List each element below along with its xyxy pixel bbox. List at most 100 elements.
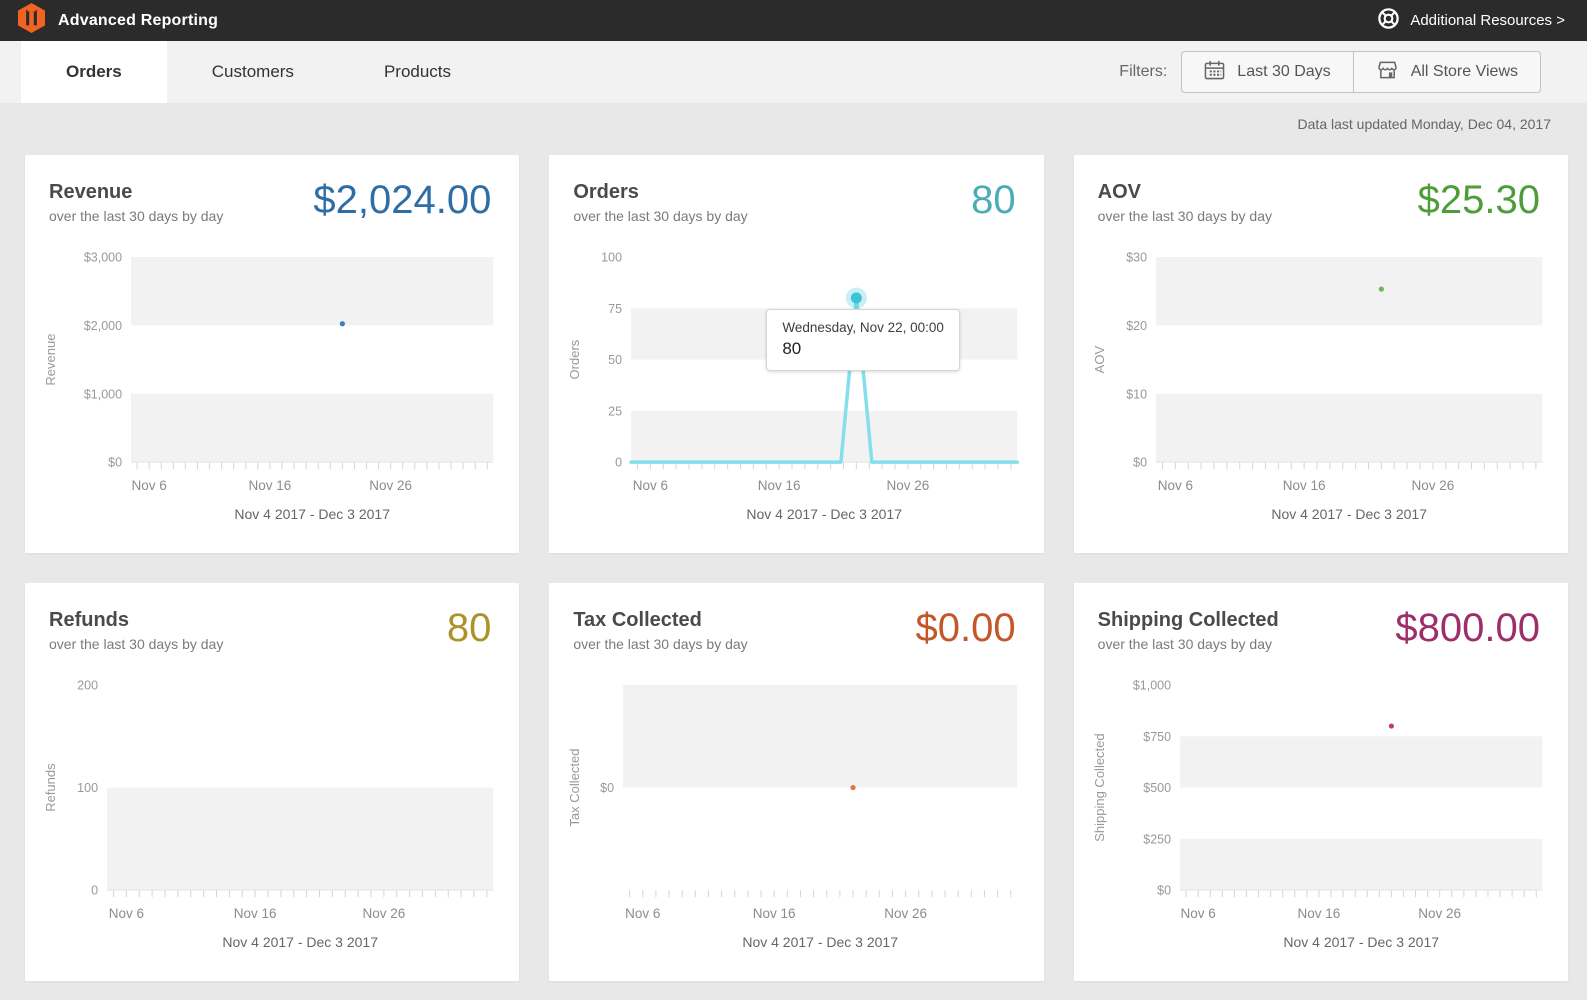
summary-value: $800.00 [1395, 606, 1540, 650]
x-tick-label: Nov 16 [249, 478, 292, 493]
y-tick-label: 0 [91, 884, 98, 898]
data-point[interactable] [1378, 286, 1384, 292]
x-tick-label: Nov 26 [369, 478, 412, 493]
card-title: AOV [1097, 181, 1141, 203]
card-title: Shipping Collected [1097, 609, 1279, 631]
card-subtitle: over the last 30 days by day [573, 208, 748, 224]
card-titles: Orders over the last 30 days by day [573, 181, 747, 224]
y-axis-title: Orders [567, 339, 582, 379]
orders-chart-svg: 100 75 50 25 0 Orders Nov 6 Nov 16 Nov 26 Nov 4 2… [567, 251, 1020, 522]
plot-band [131, 393, 494, 463]
plot-band [1179, 838, 1542, 891]
y-tick-label: $1,000 [84, 387, 122, 401]
date-range-filter-button[interactable]: Last 30 Days [1182, 52, 1352, 92]
card-header: AOV over the last 30 days by day $25.30 [1074, 179, 1568, 224]
card-titles: Tax Collected over the last 30 days by da… [573, 609, 747, 652]
plot-band [131, 257, 494, 326]
hovered-data-point[interactable] [851, 292, 863, 304]
y-tick-label: $750 [1143, 730, 1171, 744]
y-tick-label: $500 [1143, 781, 1171, 795]
tab-orders[interactable]: Orders [21, 41, 167, 103]
y-tick-label: $2,000 [84, 319, 122, 333]
plot-band [107, 787, 494, 891]
y-tick-label: 50 [608, 353, 622, 367]
tabbar: Orders Customers Products Filters: Last … [0, 41, 1587, 103]
y-tick-label: 200 [77, 679, 98, 693]
tabs: Orders Customers Products [0, 41, 496, 103]
card-subtitle: over the last 30 days by day [573, 636, 748, 652]
life-ring-icon [1377, 7, 1400, 34]
data-point[interactable] [1388, 723, 1394, 729]
card-subtitle: over the last 30 days by day [1097, 636, 1272, 652]
x-tick-label: Nov 16 [753, 906, 796, 921]
chart-area: 200 100 0 Refunds Nov 6 Nov 16 Nov 26 Nov 4 201… [25, 666, 519, 966]
x-tick-label: Nov 26 [1418, 906, 1461, 921]
card-subtitle: over the last 30 days by day [1097, 208, 1272, 224]
chart-area: $30 $20 $10 $0 AOV Nov 6 Nov 16 Nov 26 Nov 4 201… [1074, 238, 1568, 538]
x-axis-range-label: Nov 4 2017 - Dec 3 2017 [1271, 506, 1427, 522]
chart-area: 100 75 50 25 0 Orders Nov 6 Nov 16 Nov 26 Nov 4 2… [549, 238, 1043, 538]
x-axis-range-label: Nov 4 2017 - Dec 3 2017 [222, 934, 378, 950]
y-tick-label: $250 [1143, 832, 1171, 846]
card-orders: Orders over the last 30 days by day 80 100 7… [549, 155, 1044, 553]
y-axis-title: Refunds [43, 763, 58, 812]
x-tick-label: Nov 16 [758, 478, 801, 493]
store-view-filter-button[interactable]: All Store Views [1352, 52, 1540, 92]
plot-band [1155, 257, 1542, 326]
x-axis-range-label: Nov 4 2017 - Dec 3 2017 [743, 934, 899, 950]
filters: Filters: Last 30 Days All Store Views [1119, 41, 1541, 103]
card-title: Revenue [49, 181, 133, 203]
card-aov: AOV over the last 30 days by day $25.30 $30… [1073, 155, 1568, 553]
x-axis-range-label: Nov 4 2017 - Dec 3 2017 [1283, 934, 1439, 950]
tab-customers-label: Customers [211, 62, 294, 81]
data-point[interactable] [339, 321, 345, 327]
y-tick-label: 100 [602, 251, 623, 265]
magento-logo-icon [18, 3, 45, 38]
y-axis-title: Revenue [43, 334, 58, 386]
chart-tooltip: Wednesday, Nov 22, 00:00 80 [766, 309, 960, 371]
cards-grid: Revenue over the last 30 days by day $2,02… [0, 140, 1587, 996]
y-axis-title: Shipping Collected [1092, 733, 1107, 841]
plot-band [1155, 393, 1542, 463]
card-header: Orders over the last 30 days by day 80 [549, 179, 1043, 224]
tab-products[interactable]: Products [339, 41, 496, 103]
plot-band [631, 410, 1018, 463]
x-axis-range-label: Nov 4 2017 - Dec 3 2017 [234, 506, 390, 522]
last-updated-text: Data last updated Monday, Dec 04, 2017 [1297, 116, 1551, 132]
card-titles: Shipping Collected over the last 30 days … [1098, 609, 1279, 652]
refunds-chart-svg: 200 100 0 Refunds Nov 6 Nov 16 Nov 26 Nov 4 201… [43, 679, 494, 950]
y-axis-title: AOV [1092, 346, 1107, 374]
y-tick-label: $10 [1126, 387, 1147, 401]
y-tick-label: $30 [1126, 251, 1147, 265]
card-title: Orders [573, 181, 639, 203]
card-subtitle: over the last 30 days by day [49, 208, 224, 224]
x-tick-label: Nov 6 [1157, 478, 1192, 493]
data-point[interactable] [850, 784, 856, 791]
tooltip-date: Wednesday, Nov 22, 00:00 [782, 320, 944, 335]
tab-products-label: Products [383, 62, 452, 81]
x-axis-range-label: Nov 4 2017 - Dec 3 2017 [747, 506, 903, 522]
card-tax-collected: Tax Collected over the last 30 days by da… [549, 583, 1044, 981]
additional-resources-link[interactable]: Additional Resources > [1377, 7, 1565, 34]
tooltip-value: 80 [782, 339, 802, 358]
tab-customers[interactable]: Customers [167, 41, 339, 103]
x-tick-label: Nov 6 [1180, 906, 1215, 921]
card-subtitle: over the last 30 days by day [49, 636, 224, 652]
card-header: Tax Collected over the last 30 days by da… [549, 607, 1043, 652]
y-tick-label: $0 [1157, 884, 1171, 898]
x-tick-label: Nov 6 [625, 906, 660, 921]
brand: Advanced Reporting [18, 3, 218, 38]
summary-value: $2,024.00 [313, 178, 492, 222]
card-titles: Refunds over the last 30 days by day [49, 609, 223, 652]
x-tick-label: Nov 6 [633, 478, 668, 493]
y-tick-label: $1,000 [1132, 679, 1170, 693]
y-tick-label: 25 [608, 404, 622, 418]
card-revenue: Revenue over the last 30 days by day $2,02… [25, 155, 520, 553]
store-view-filter-label: All Store Views [1410, 63, 1518, 80]
card-titles: Revenue over the last 30 days by day [49, 181, 223, 224]
app-header: Advanced Reporting Additional Resources … [0, 0, 1587, 41]
store-icon [1376, 60, 1399, 85]
summary-value: 80 [446, 606, 492, 650]
additional-resources-label: Additional Resources > [1410, 12, 1565, 29]
calendar-icon [1204, 60, 1225, 85]
